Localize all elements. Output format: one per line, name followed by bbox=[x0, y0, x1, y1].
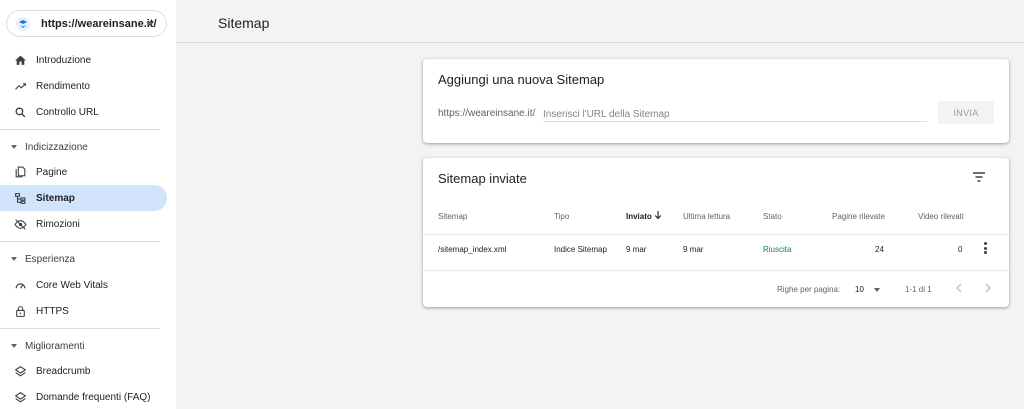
sidebar-item-sitemap[interactable]: Sitemap bbox=[0, 185, 167, 211]
cell-ultima-lettura: 9 mar bbox=[683, 245, 704, 254]
property-logo-icon bbox=[16, 16, 30, 31]
sidebar-divider bbox=[0, 241, 160, 242]
sidebar-section-indicizzazione[interactable]: Indicizzazione bbox=[0, 136, 167, 158]
sidebar-section-esperienza[interactable]: Esperienza bbox=[0, 248, 167, 270]
sidebar-item-controllo-url[interactable]: Controllo URL bbox=[0, 99, 167, 125]
pages-icon bbox=[15, 166, 26, 177]
eye-off-icon bbox=[14, 218, 27, 230]
sidebar-item-label: Introduzione bbox=[36, 54, 92, 66]
caret-down-icon bbox=[11, 145, 17, 149]
layers-icon bbox=[14, 365, 27, 376]
sitemap-url-input[interactable] bbox=[543, 104, 927, 122]
sitemap-url-prefix: https://weareinsane.it/ bbox=[438, 108, 536, 119]
lock-icon bbox=[16, 305, 25, 317]
sidebar-item-label: Rendimento bbox=[36, 80, 90, 92]
chevron-right-icon[interactable] bbox=[983, 282, 993, 294]
cell-sitemap: /sitemap_index.xml bbox=[438, 245, 507, 254]
chevron-left-icon[interactable] bbox=[954, 282, 964, 294]
sidebar-item-label: Breadcrumb bbox=[36, 365, 91, 377]
submitted-sitemaps-card: Sitemap inviate Sitemap Tipo Inviato Ult… bbox=[423, 158, 1009, 307]
sidebar-item-core-web-vitals[interactable]: Core Web Vitals bbox=[0, 272, 167, 298]
sidebar-item-label: Domande frequenti (FAQ) bbox=[36, 391, 151, 403]
page-title: Sitemap bbox=[218, 15, 270, 31]
table-divider bbox=[423, 234, 1009, 235]
more-vert-icon[interactable] bbox=[984, 242, 988, 254]
status-badge: Riuscita bbox=[763, 245, 792, 254]
home-icon bbox=[15, 55, 26, 65]
rows-per-page-label: Righe per pagina: bbox=[777, 285, 841, 294]
cell-video-rilevati: 0 bbox=[958, 245, 963, 254]
cell-tipo: Indice Sitemap bbox=[554, 245, 607, 254]
sitemap-icon bbox=[15, 192, 26, 204]
column-header-inviato[interactable]: Inviato bbox=[626, 212, 652, 221]
trending-up-icon bbox=[15, 82, 26, 90]
table-divider bbox=[423, 270, 1009, 271]
speedometer-icon bbox=[15, 282, 26, 289]
section-title: Miglioramenti bbox=[25, 340, 85, 352]
layers-icon bbox=[14, 391, 27, 402]
search-icon bbox=[15, 107, 26, 117]
column-header-stato[interactable]: Stato bbox=[763, 212, 782, 221]
rows-per-page-select[interactable]: 10 bbox=[855, 285, 864, 294]
sidebar-item-breadcrumb[interactable]: Breadcrumb bbox=[0, 358, 167, 384]
sidebar-item-https[interactable]: HTTPS bbox=[0, 298, 167, 324]
sidebar-item-pagine[interactable]: Pagine bbox=[0, 159, 167, 185]
arrow-down-icon bbox=[654, 211, 662, 220]
sidebar-item-introduzione[interactable]: Introduzione bbox=[0, 47, 167, 73]
pagination-range: 1-1 di 1 bbox=[905, 285, 932, 294]
sidebar-item-label: Controllo URL bbox=[36, 106, 99, 118]
caret-down-icon bbox=[11, 344, 17, 348]
section-title: Indicizzazione bbox=[25, 141, 88, 153]
sidebar-item-label: Core Web Vitals bbox=[36, 279, 108, 291]
column-header-pagine-rilevate[interactable]: Pagine rilevate bbox=[832, 212, 885, 221]
chevron-down-icon[interactable] bbox=[874, 288, 880, 292]
sidebar-divider bbox=[0, 328, 160, 329]
sidebar-item-label: Pagine bbox=[36, 166, 68, 178]
sidebar-item-rendimento[interactable]: Rendimento bbox=[0, 73, 167, 99]
column-header-video-rilevati[interactable]: Video rilevati bbox=[918, 212, 964, 221]
caret-down-icon bbox=[11, 257, 17, 261]
section-title: Esperienza bbox=[25, 253, 76, 265]
column-header-sitemap[interactable]: Sitemap bbox=[438, 212, 467, 221]
column-header-ultima-lettura[interactable]: Ultima lettura bbox=[683, 212, 730, 221]
sidebar-item-label: Sitemap bbox=[36, 192, 75, 204]
submitted-sitemaps-title: Sitemap inviate bbox=[438, 171, 527, 186]
chevron-down-icon[interactable] bbox=[146, 22, 154, 26]
sidebar-item-rimozioni[interactable]: Rimozioni bbox=[0, 211, 167, 237]
sidebar-item-label: Rimozioni bbox=[36, 218, 80, 230]
sidebar-item-faq[interactable]: Domande frequenti (FAQ) bbox=[0, 384, 167, 409]
sidebar-divider bbox=[0, 129, 160, 130]
property-url: https://weareinsane.it/ bbox=[41, 17, 157, 30]
add-sitemap-title: Aggiungi una nuova Sitemap bbox=[438, 72, 605, 87]
filter-icon[interactable] bbox=[972, 171, 986, 183]
page-header: Sitemap bbox=[176, 0, 1024, 43]
sidebar: https://weareinsane.it/ Introduzione Ren… bbox=[0, 0, 176, 409]
cell-inviato: 9 mar bbox=[626, 245, 647, 254]
column-header-tipo[interactable]: Tipo bbox=[554, 212, 569, 221]
property-selector[interactable]: https://weareinsane.it/ bbox=[6, 10, 167, 37]
add-sitemap-card: Aggiungi una nuova Sitemap https://weare… bbox=[423, 59, 1009, 143]
cell-pagine-rilevate: 24 bbox=[875, 245, 884, 254]
sidebar-section-miglioramenti[interactable]: Miglioramenti bbox=[0, 335, 167, 357]
sidebar-item-label: HTTPS bbox=[36, 305, 69, 317]
submit-button[interactable]: INVIA bbox=[938, 101, 994, 124]
